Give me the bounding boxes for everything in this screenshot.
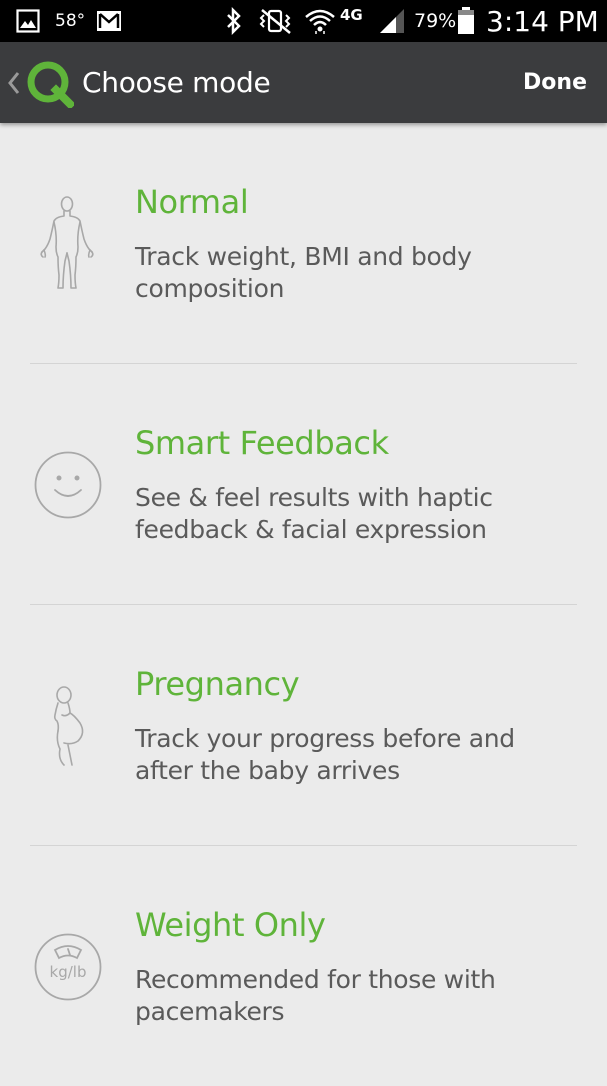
gallery-icon [16,0,40,42]
scale-icon: kg/lb [33,932,103,1006]
mode-item-weight-only[interactable]: kg/lb Weight Only Recommended for those … [0,846,607,1086]
wifi-icon [304,0,336,42]
vibrate-mute-icon [256,0,296,42]
network-type: 4G [340,6,363,24]
mode-item-smart-feedback[interactable]: Smart Feedback See & feel results with h… [0,364,607,604]
pregnant-figure-icon [46,685,90,773]
mode-description: Recommended for those with pacemakers [135,965,496,1026]
mode-title: Pregnancy [135,665,300,703]
mode-item-normal[interactable]: Normal Track weight, BMI and body compos… [0,123,607,363]
app-logo-icon[interactable] [26,60,76,112]
clock: 3:14 PM [486,4,599,38]
status-bar: 58° 4G 79% 3:14 PM [0,0,607,42]
back-chevron-icon[interactable] [7,71,21,99]
mode-description: Track your progress before and after the… [135,724,515,785]
done-button[interactable]: Done [523,42,587,123]
page-title: Choose mode [82,66,271,99]
mode-description: See & feel results with haptic feedback … [135,483,493,544]
battery-icon [456,0,476,42]
body-figure-icon [38,195,96,297]
gmail-icon [96,0,122,42]
bluetooth-icon [224,0,244,42]
mode-description: Track weight, BMI and body composition [135,242,472,303]
app-bar: Choose mode Done [0,42,607,123]
weather-temperature: 58° [55,11,86,31]
battery-percent: 79% [414,10,457,32]
mode-title: Smart Feedback [135,424,389,462]
mode-title: Normal [135,183,249,221]
signal-strength-icon [378,0,406,42]
mode-item-pregnancy[interactable]: Pregnancy Track your progress before and… [0,605,607,845]
svg-text:kg/lb: kg/lb [50,963,87,981]
mode-title: Weight Only [135,906,326,944]
smiley-face-icon [33,450,103,524]
